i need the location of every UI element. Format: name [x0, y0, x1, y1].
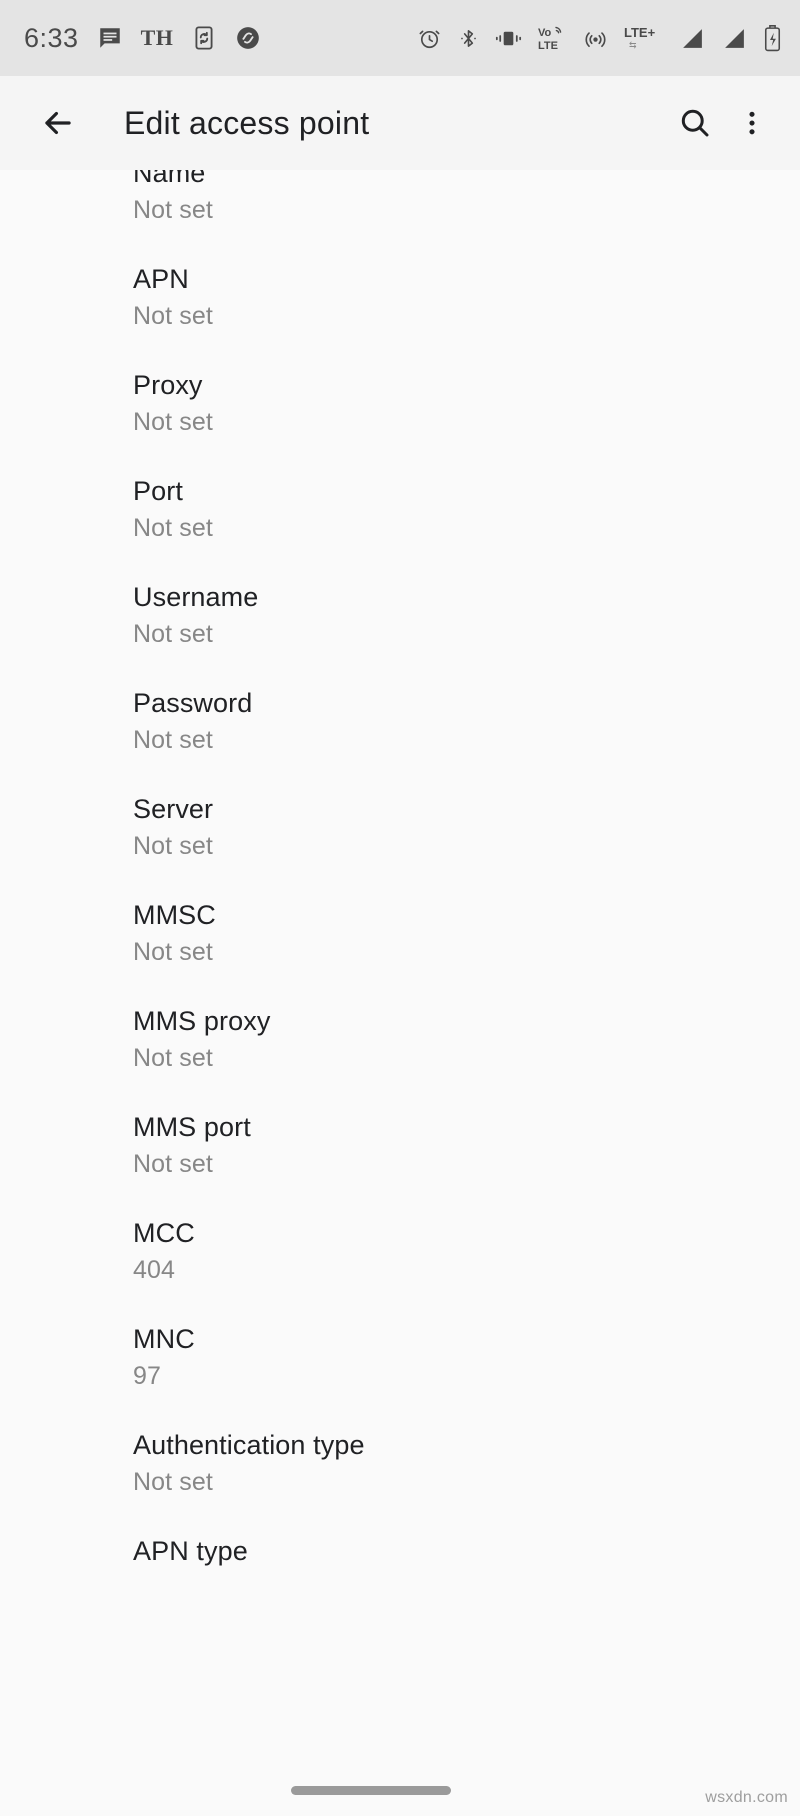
setting-row-proxy[interactable]: Proxy Not set [0, 368, 800, 474]
search-button[interactable] [664, 92, 726, 154]
setting-row-mcc[interactable]: MCC 404 [0, 1216, 800, 1322]
setting-row-authentication-type[interactable]: Authentication type Not set [0, 1428, 800, 1534]
battery-charging-icon [763, 24, 782, 52]
setting-title: MCC [133, 1218, 195, 1248]
setting-value: Not set [133, 1468, 213, 1496]
status-bar-clock: 6:33 [24, 22, 79, 53]
setting-row-server[interactable]: Server Not set [0, 792, 800, 898]
setting-title: Authentication type [133, 1430, 365, 1460]
setting-value: Not set [133, 1150, 213, 1178]
search-icon [681, 109, 709, 137]
svg-text:LTE+: LTE+ [624, 25, 656, 40]
volte-icon: Vo LTE [537, 24, 567, 52]
setting-title: Password [133, 688, 253, 718]
alarm-icon [417, 26, 442, 51]
setting-row-mms-port[interactable]: MMS port Not set [0, 1110, 800, 1216]
setting-row-password[interactable]: Password Not set [0, 686, 800, 792]
setting-row-mms-proxy[interactable]: MMS proxy Not set [0, 1004, 800, 1110]
setting-value: Not set [133, 938, 213, 966]
setting-row-port[interactable]: Port Not set [0, 474, 800, 580]
setting-title: APN type [133, 1536, 248, 1566]
setting-title: MMS proxy [133, 1006, 271, 1036]
setting-title: Username [133, 582, 259, 612]
page-title: Edit access point [124, 104, 370, 141]
signal-bars-sim1-icon [679, 26, 706, 51]
status-bar: 6:33 TH Vo LTE LTE+ ⇆ [0, 0, 800, 76]
setting-title: Server [133, 794, 214, 824]
setting-value: Not set [133, 726, 213, 754]
setting-row-apn-type[interactable]: APN type [0, 1534, 800, 1640]
setting-value: Not set [133, 832, 213, 860]
svg-text:Vo: Vo [538, 27, 552, 39]
setting-value: Not set [133, 620, 213, 648]
hotspot-icon [582, 26, 609, 51]
lte-plus-icon: LTE+ ⇆ [624, 24, 664, 52]
setting-value: Not set [133, 196, 213, 224]
setting-row-mnc[interactable]: MNC 97 [0, 1322, 800, 1428]
setting-row-username[interactable]: Username Not set [0, 580, 800, 686]
setting-title: Port [133, 476, 183, 506]
vibrate-icon [495, 26, 522, 51]
signal-bars-sim2-icon [721, 26, 748, 51]
setting-row-name[interactable]: Name Not set [0, 170, 800, 262]
setting-title: APN [133, 264, 189, 294]
back-button[interactable] [30, 95, 86, 151]
access-point-settings-list[interactable]: Name Not set APN Not set Proxy Not set P… [0, 170, 800, 1816]
setting-value: Not set [133, 408, 213, 436]
keyboard-language-th-icon: TH [140, 25, 174, 50]
arrow-left-icon [45, 111, 71, 135]
bluetooth-icon [457, 26, 480, 51]
watermark: wsxdn.com [705, 1789, 788, 1806]
setting-title: MMSC [133, 900, 216, 930]
gesture-navigation-pill[interactable] [291, 1786, 451, 1795]
setting-row-mmsc[interactable]: MMSC Not set [0, 898, 800, 1004]
setting-title: MNC [133, 1324, 195, 1354]
setting-value: Not set [133, 514, 213, 542]
notification-message-icon [97, 25, 123, 51]
app-bar: Edit access point [0, 76, 800, 170]
shazam-icon [235, 25, 261, 51]
more-vertical-icon [749, 111, 755, 135]
setting-row-apn[interactable]: APN Not set [0, 262, 800, 368]
svg-text:LTE: LTE [538, 40, 558, 52]
setting-title: Proxy [133, 370, 203, 400]
phone-sync-icon [191, 25, 217, 51]
setting-value: Not set [133, 302, 213, 330]
status-bar-right-group: Vo LTE LTE+ ⇆ [417, 24, 782, 52]
svg-text:⇆: ⇆ [629, 40, 637, 50]
phone-screen: 6:33 TH Vo LTE LTE+ ⇆ Edit access point … [0, 0, 800, 1816]
setting-title: MMS port [133, 1112, 251, 1142]
status-bar-left-group: 6:33 TH [24, 23, 261, 54]
overflow-menu-button[interactable] [726, 92, 778, 154]
setting-value: 97 [133, 1362, 162, 1390]
setting-value: 404 [133, 1256, 176, 1284]
setting-title: Name [133, 170, 206, 188]
setting-value: Not set [133, 1044, 213, 1072]
